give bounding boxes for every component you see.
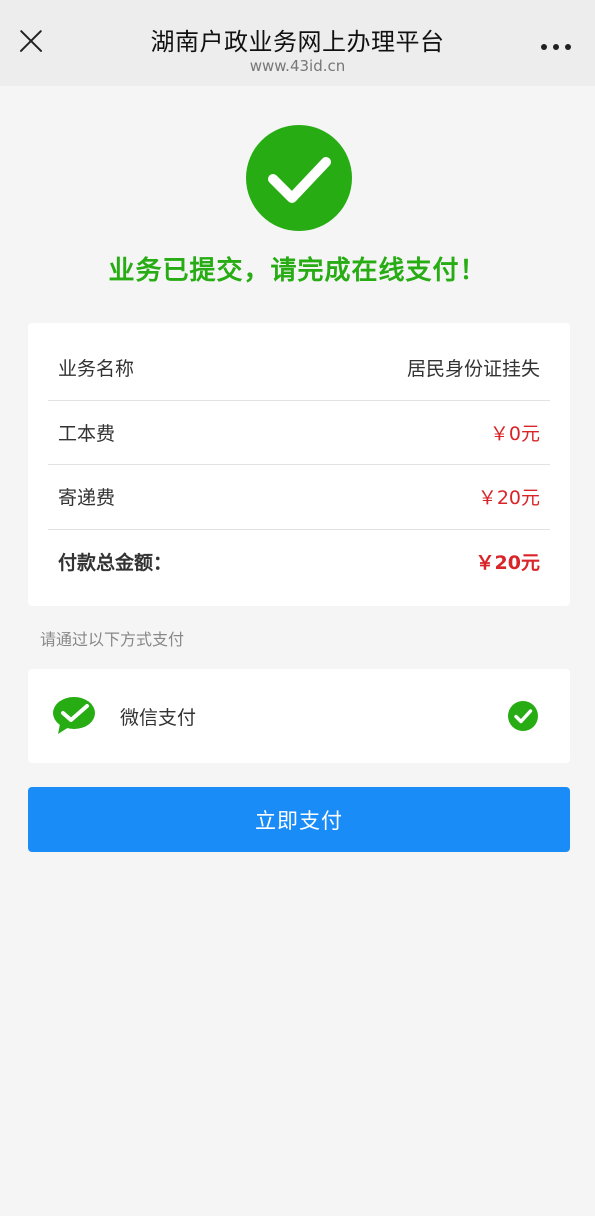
fee-value: 居民身份证挂失 — [406, 357, 540, 380]
wechat-icon — [52, 696, 96, 736]
total-label: 付款总金额： — [58, 551, 173, 574]
more-icon[interactable] — [541, 44, 571, 52]
fee-label: 业务名称 — [58, 357, 135, 380]
fee-label: 寄递费 — [58, 486, 116, 509]
more-dot — [541, 44, 547, 50]
page-url: www.43id.cn — [249, 57, 346, 75]
more-dot — [553, 44, 559, 50]
payment-hint: 请通过以下方式支付 — [40, 630, 185, 649]
fee-value: ￥20元 — [477, 486, 540, 509]
fee-value: ￥0元 — [489, 422, 540, 445]
fee-row-shipping: 寄递费 ￥20元 — [48, 464, 550, 528]
payment-method-label: 微信支付 — [120, 707, 197, 729]
selected-check-icon[interactable] — [508, 701, 538, 731]
fee-summary-card: 业务名称 居民身份证挂失 工本费 ￥0元 寄递费 ￥20元 付款总金额： ￥20… — [28, 323, 570, 606]
pay-now-button[interactable]: 立即支付 — [28, 787, 570, 852]
fee-row-production: 工本费 ￥0元 — [48, 400, 550, 464]
fee-label: 工本费 — [58, 422, 116, 445]
more-dot — [565, 44, 571, 50]
title-bar: 湖南户政业务网上办理平台 www.43id.cn — [0, 0, 595, 86]
page-title: 湖南户政业务网上办理平台 — [150, 28, 445, 56]
total-value: ￥20元 — [475, 551, 540, 574]
fee-row-total: 付款总金额： ￥20元 — [48, 529, 550, 593]
fee-row-service: 业务名称 居民身份证挂失 — [48, 335, 550, 399]
success-check-icon — [246, 125, 352, 231]
status-message: 业务已提交，请完成在线支付！ — [108, 256, 487, 286]
payment-method-wechat[interactable]: 微信支付 — [28, 669, 570, 763]
